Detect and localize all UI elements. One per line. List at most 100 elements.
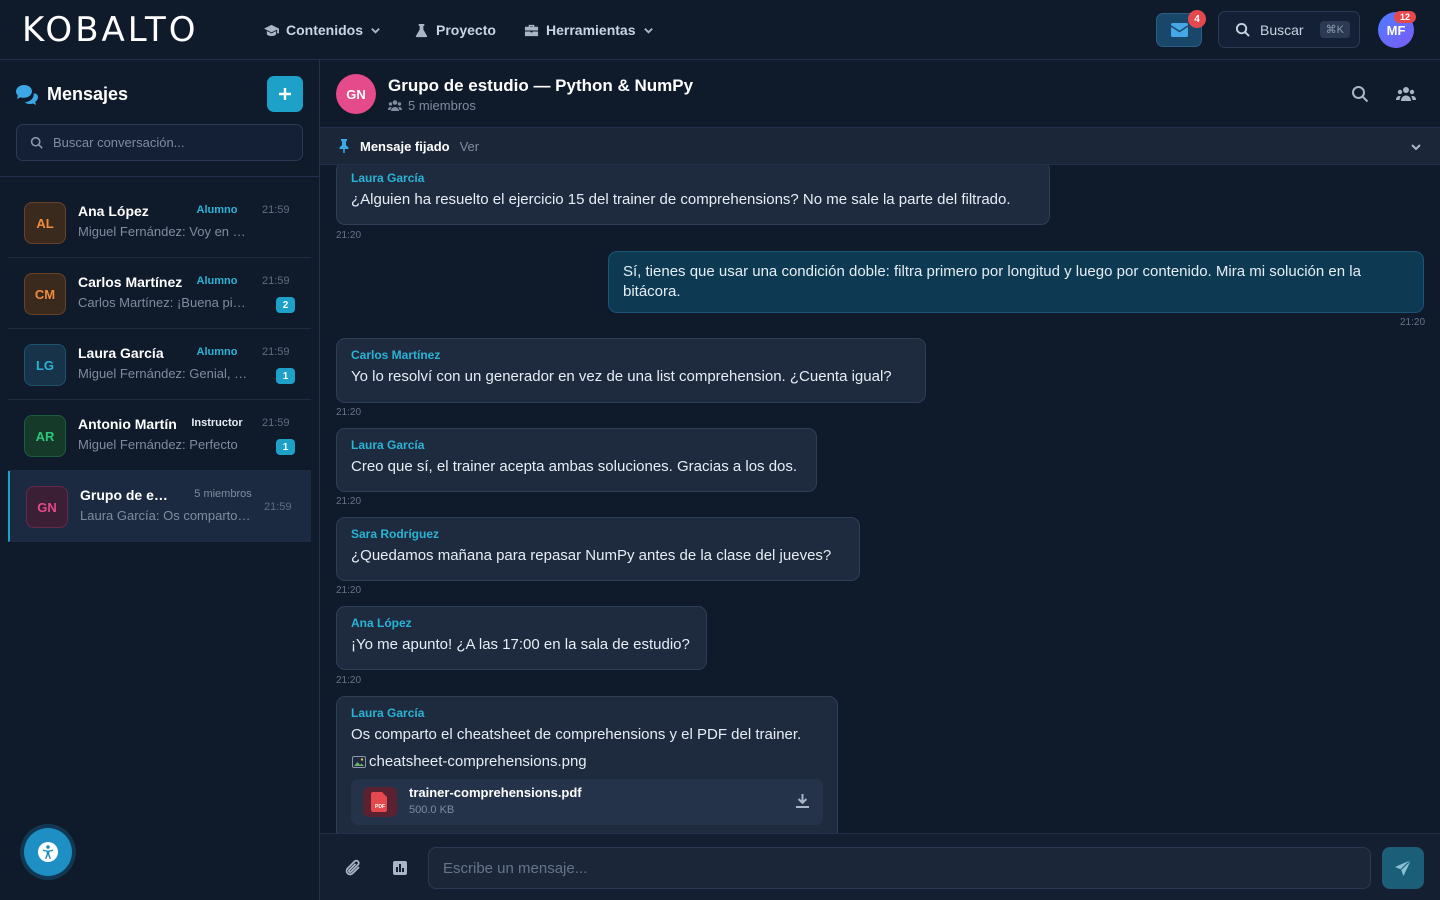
unread-badge: 1 xyxy=(276,368,295,384)
message-composer xyxy=(320,833,1440,900)
sidebar-title: Mensajes xyxy=(16,84,128,105)
group-members-icon[interactable] xyxy=(1396,84,1416,104)
group-avatar[interactable]: GN xyxy=(336,74,376,114)
chart-icon[interactable] xyxy=(390,858,410,878)
file-attachment[interactable]: PDF trainer-comprehensions.pdf 500.0 KB xyxy=(351,779,823,825)
nav-proyecto[interactable]: Proyecto xyxy=(414,20,496,40)
sidebar-title-text: Mensajes xyxy=(47,84,129,104)
paper-plane-icon xyxy=(1395,859,1412,876)
conversation-name: Antonio Martín xyxy=(78,416,177,432)
message-text: Os comparto el cheatsheet de comprehensi… xyxy=(351,726,802,743)
global-search-label: Buscar xyxy=(1260,21,1304,38)
conversation-preview: Laura García: Os comparto el cheatsheet xyxy=(80,508,252,523)
conversation-search[interactable] xyxy=(16,124,303,161)
send-button[interactable] xyxy=(1382,847,1424,889)
global-search-button[interactable]: Buscar ⌘K xyxy=(1218,11,1360,48)
pdf-file-icon: PDF xyxy=(363,787,397,817)
image-attachment[interactable]: cheatsheet-comprehensions.png xyxy=(351,753,823,770)
message-sender[interactable]: Ana López xyxy=(351,616,692,630)
conversation-sidebar: Mensajes AL Ana López Alumno 21:59 Miguel Fe… xyxy=(0,60,320,900)
nav-herramientas[interactable]: Herramientas xyxy=(524,20,654,40)
conversation-time: 21:59 xyxy=(262,346,290,358)
file-size: 500.0 KB xyxy=(409,804,455,816)
unread-badge: 1 xyxy=(276,439,295,455)
message-bubble: Carlos Martínez Yo lo resolví con un gen… xyxy=(336,338,926,403)
conversation-time: 21:59 xyxy=(264,501,292,513)
message-sender[interactable]: Laura García xyxy=(351,706,823,720)
flask-icon xyxy=(415,23,428,37)
message-bubble: Laura García Creo que sí, el trainer ace… xyxy=(336,428,817,492)
conversation-item[interactable]: CM Carlos Martínez Alumno 21:59 Carlos Martí… xyxy=(8,258,311,329)
group-members-count: 5 miembros xyxy=(408,98,476,113)
users-icon xyxy=(388,100,402,111)
nav-contenidos[interactable]: Contenidos xyxy=(264,20,381,40)
message-sender[interactable]: Laura García xyxy=(351,171,1035,185)
conversation-item[interactable]: LG Laura García Alumno 21:59 Miguel Fernánde… xyxy=(8,329,311,400)
message-time: 21:20 xyxy=(336,230,362,241)
conversation-avatar: AR xyxy=(24,415,66,457)
conversation-name: Grupo de estudio — Python & NumPy xyxy=(80,487,175,503)
nav-contenidos-label: Contenidos xyxy=(286,22,363,38)
conversation-name: Laura García xyxy=(78,345,164,361)
group-members[interactable]: 5 miembros xyxy=(388,98,476,113)
conversation-avatar: GN xyxy=(26,486,68,528)
conversation-role: Instructor xyxy=(191,417,243,429)
conversation-avatar: CM xyxy=(24,273,66,315)
notifications-badge: 12 xyxy=(1394,11,1416,23)
search-icon[interactable] xyxy=(1350,84,1370,104)
messages-button[interactable]: 4 xyxy=(1156,10,1206,47)
accessibility-button[interactable] xyxy=(24,828,72,876)
message-thread[interactable]: Laura García ¿Alguien ha resuelto el eje… xyxy=(320,165,1440,833)
conversation-preview: Miguel Fernández: Genial, gracias xyxy=(78,366,250,381)
chat-header: GN Grupo de estudio — Python & NumPy 5 m… xyxy=(320,60,1440,128)
message-time: 21:20 xyxy=(336,585,362,596)
conversation-item[interactable]: GN Grupo de estudio — Python & NumPy 5 mie… xyxy=(8,471,311,542)
message-bubble: Ana López ¡Yo me apunto! ¿A las 17:00 en… xyxy=(336,606,707,670)
messages-badge: 4 xyxy=(1188,10,1206,28)
app-logo[interactable]: KOBALTO xyxy=(22,12,199,48)
message-time: 21:20 xyxy=(1400,317,1426,328)
envelope-icon xyxy=(1170,23,1188,37)
paperclip-icon[interactable] xyxy=(344,858,364,878)
message-sender[interactable]: Sara Rodríguez xyxy=(351,527,845,541)
user-initials: MF xyxy=(1386,22,1406,38)
search-shortcut: ⌘K xyxy=(1319,21,1350,38)
plus-icon xyxy=(279,88,291,100)
conversation-avatar: LG xyxy=(24,344,66,386)
conversation-time: 21:59 xyxy=(262,204,290,216)
conversation-role: Alumno xyxy=(196,275,238,287)
conversation-avatar: AL xyxy=(24,202,66,244)
toolbox-icon xyxy=(524,24,539,36)
pinned-view-link[interactable]: Ver xyxy=(460,139,480,154)
conversation-name: Carlos Martínez xyxy=(78,274,183,290)
search-icon xyxy=(30,136,43,149)
pin-icon xyxy=(339,139,349,153)
message-sender[interactable]: Carlos Martínez xyxy=(351,348,911,362)
conversation-search-input[interactable] xyxy=(53,135,293,150)
message-bubble: Sara Rodríguez ¿Quedamos mañana para rep… xyxy=(336,517,860,581)
conversation-item[interactable]: AR Antonio Martín Instructor 21:59 Miguel Fe… xyxy=(8,400,311,471)
message-text: ¿Quedamos mañana para repasar NumPy ante… xyxy=(351,547,832,564)
pdf-badge: PDF xyxy=(375,804,385,810)
message-bubble-own: Sí, tienes que usar una condición doble:… xyxy=(608,251,1424,313)
conversation-item[interactable]: AL Ana López Alumno 21:59 Miguel Fernández: … xyxy=(8,187,311,258)
image-alt-text: cheatsheet-comprehensions.png xyxy=(369,753,587,770)
message-sender[interactable]: Laura García xyxy=(351,438,802,452)
unread-badge: 2 xyxy=(276,297,295,313)
sidebar-divider xyxy=(0,176,319,177)
accessibility-icon xyxy=(38,842,58,862)
chevron-down-icon[interactable] xyxy=(1410,141,1422,153)
message-input[interactable] xyxy=(428,847,1371,889)
pinned-message-bar[interactable]: Mensaje fijado Ver xyxy=(320,128,1440,165)
message-text: Sí, tienes que usar una condición doble:… xyxy=(623,263,1361,300)
conversation-role: 5 miembros xyxy=(194,488,252,500)
message-text: ¡Yo me apunto! ¿A las 17:00 en la sala d… xyxy=(351,636,690,653)
user-avatar[interactable]: MF 12 xyxy=(1378,11,1416,48)
new-conversation-button[interactable] xyxy=(267,76,303,112)
download-icon[interactable] xyxy=(796,794,809,808)
message-bubble: Laura García Os comparto el cheatsheet d… xyxy=(336,696,838,833)
chat-bubbles-icon xyxy=(16,84,38,105)
chevron-down-icon xyxy=(371,27,380,34)
conversation-preview: Miguel Fernández: Voy en camino xyxy=(78,224,250,239)
conversation-time: 21:59 xyxy=(262,275,290,287)
